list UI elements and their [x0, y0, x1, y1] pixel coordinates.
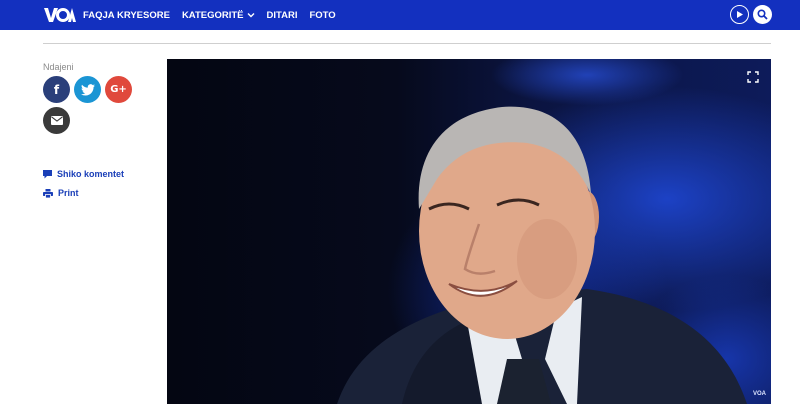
share-email-button[interactable]: [43, 107, 70, 134]
view-comments-label: Shiko komentet: [57, 169, 125, 179]
top-navigation-bar: FAQJA KRYESORE KATEGORITË DITARI FOTO: [0, 0, 800, 30]
play-icon: [737, 11, 743, 18]
fullscreen-icon: [747, 71, 759, 83]
nav-categories-label: KATEGORITË: [181, 9, 244, 21]
nav-photo[interactable]: FOTO: [309, 10, 335, 21]
share-buttons-row: f G+: [43, 76, 132, 103]
view-comments-link[interactable]: Shiko komentet: [43, 169, 124, 179]
search-button[interactable]: [753, 5, 772, 24]
google-plus-icon: G+: [110, 84, 127, 95]
portrait-illustration: [337, 106, 747, 404]
nav-diary-label: DITARI: [266, 9, 298, 21]
voa-logo[interactable]: [44, 7, 76, 23]
nav-home-label: FAQJA KRYESORE: [83, 9, 170, 21]
nav-categories[interactable]: KATEGORITË: [182, 10, 255, 21]
nav-diary[interactable]: DITARI: [267, 10, 298, 21]
printer-icon: [43, 188, 53, 198]
share-label: Ndajeni: [43, 62, 74, 72]
chevron-down-icon: [247, 13, 255, 18]
share-googleplus-button[interactable]: G+: [105, 76, 132, 103]
photo-credit: VOA: [752, 391, 766, 397]
search-icon: [757, 9, 768, 20]
share-twitter-button[interactable]: [74, 76, 101, 103]
print-label: Print: [58, 188, 79, 198]
nav-home[interactable]: FAQJA KRYESORE: [83, 10, 170, 21]
voa-logo-mark: [44, 8, 76, 22]
print-link[interactable]: Print: [43, 188, 79, 198]
header-divider: [43, 43, 771, 44]
envelope-icon: [50, 116, 63, 125]
facebook-icon: f: [53, 82, 60, 97]
article-main-photo[interactable]: VOA: [167, 59, 771, 404]
share-buttons-row-2: [43, 107, 70, 134]
comment-icon: [43, 169, 52, 178]
header-actions: [730, 5, 772, 24]
twitter-bird-icon: [80, 83, 95, 96]
nav-photo-label: FOTO: [309, 9, 336, 21]
share-facebook-button[interactable]: f: [43, 76, 70, 103]
main-nav: FAQJA KRYESORE KATEGORITË DITARI FOTO: [83, 0, 348, 30]
live-play-button[interactable]: [730, 5, 749, 24]
